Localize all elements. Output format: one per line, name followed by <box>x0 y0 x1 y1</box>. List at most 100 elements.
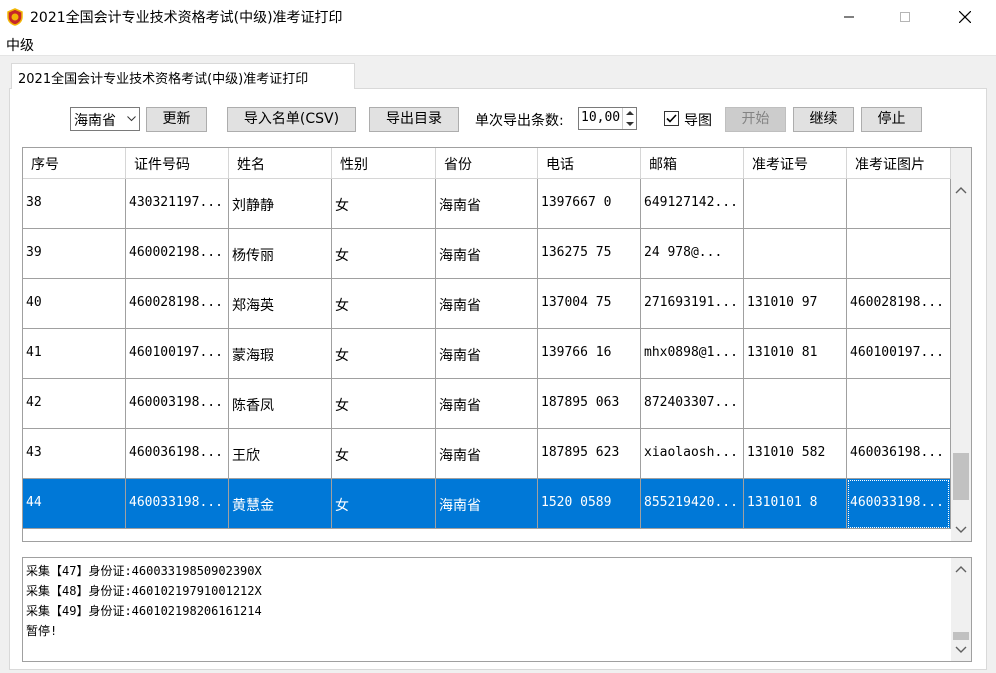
table-cell[interactable]: 女 <box>332 229 436 279</box>
column-header[interactable]: 姓名 <box>229 148 332 179</box>
table-cell[interactable]: 40 <box>23 279 126 329</box>
export-directory-button[interactable]: 导出目录 <box>369 107 459 132</box>
table-cell[interactable]: 139766 16 <box>538 329 641 379</box>
table-scroll-thumb[interactable] <box>953 453 969 500</box>
batch-count-spinner[interactable] <box>622 108 636 129</box>
table-cell[interactable]: xiaolaosh... <box>641 429 744 479</box>
table-cell[interactable]: 271693191... <box>641 279 744 329</box>
batch-count-input[interactable]: 10,00 <box>578 107 637 130</box>
column-header[interactable]: 性别 <box>332 148 436 179</box>
table-row[interactable]: 39 460002198... 杨传丽女海南省 136275 75 24 978@... <box>23 229 951 279</box>
province-select[interactable]: 海南省 <box>70 107 140 131</box>
table-cell[interactable] <box>847 179 951 229</box>
table-cell[interactable]: 460036198... <box>126 429 229 479</box>
export-image-checkbox[interactable] <box>664 111 679 126</box>
table-row[interactable]: 44 460033198... 黄慧金女海南省 1520 0589 855219420.… <box>23 479 951 529</box>
table-cell[interactable]: 43 <box>23 429 126 479</box>
table-cell[interactable]: 39 <box>23 229 126 279</box>
table-cell[interactable]: 460100197... <box>847 329 951 379</box>
scroll-up-icon[interactable] <box>955 186 967 194</box>
table-scrollbar[interactable] <box>951 148 971 541</box>
table-row[interactable]: 38 430321197... 刘静静女海南省 1397667 0 649127142.… <box>23 179 951 229</box>
column-header[interactable]: 省份 <box>436 148 538 179</box>
table-cell[interactable]: 872403307... <box>641 379 744 429</box>
export-image-label[interactable]: 导图 <box>684 110 712 130</box>
table-cell[interactable]: 131010 81 <box>744 329 847 379</box>
table-cell[interactable]: 44 <box>23 479 126 529</box>
table-row[interactable]: 40 460028198... 郑海英女海南省 137004 75 271693191.… <box>23 279 951 329</box>
table-cell[interactable] <box>744 229 847 279</box>
table-cell[interactable]: 女 <box>332 379 436 429</box>
table-cell[interactable]: 蒙海瑕 <box>229 329 332 379</box>
table-row[interactable]: 41 460100197... 蒙海瑕女海南省 139766 16 mhx0898@1.… <box>23 329 951 379</box>
table-cell[interactable]: 海南省 <box>436 329 538 379</box>
table-cell[interactable]: 海南省 <box>436 379 538 429</box>
menu-item-level[interactable]: 中级 <box>6 35 34 55</box>
table-cell[interactable]: 460002198... <box>126 229 229 279</box>
scroll-down-icon[interactable] <box>955 646 967 654</box>
scroll-down-icon[interactable] <box>955 526 967 534</box>
table-cell[interactable] <box>744 179 847 229</box>
log-output[interactable]: 采集【47】身份证:46003319850902390X 采集【48】身份证:4… <box>22 557 972 662</box>
table-cell[interactable]: mhx0898@1... <box>641 329 744 379</box>
table-cell[interactable]: 24 978@... <box>641 229 744 279</box>
table-cell[interactable]: 女 <box>332 279 436 329</box>
table-row[interactable]: 42 460003198... 陈香凤女海南省 187895 063 872403307… <box>23 379 951 429</box>
column-header[interactable]: 证件号码 <box>126 148 229 179</box>
column-header[interactable]: 序号 <box>23 148 126 179</box>
table-cell[interactable]: 460100197... <box>126 329 229 379</box>
candidate-table[interactable]: 序号 证件号码 姓名 性别 省份 电话 邮箱 准考证号 准考证图片 38 4303… <box>22 147 972 542</box>
table-cell[interactable] <box>847 379 951 429</box>
log-scroll-thumb[interactable] <box>953 632 969 640</box>
table-cell[interactable]: 海南省 <box>436 479 538 529</box>
column-header[interactable]: 准考证号 <box>744 148 847 179</box>
table-cell[interactable]: 1520 0589 <box>538 479 641 529</box>
column-header[interactable]: 电话 <box>538 148 641 179</box>
table-cell[interactable]: 131010 582 <box>744 429 847 479</box>
table-cell[interactable] <box>847 229 951 279</box>
table-cell[interactable]: 430321197... <box>126 179 229 229</box>
stop-button[interactable]: 停止 <box>861 107 922 132</box>
table-cell[interactable]: 1310101 8 <box>744 479 847 529</box>
table-cell[interactable]: 649127142... <box>641 179 744 229</box>
start-button[interactable]: 开始 <box>725 107 786 132</box>
maximize-button[interactable] <box>882 0 928 33</box>
table-cell[interactable]: 855219420... <box>641 479 744 529</box>
table-cell[interactable]: 海南省 <box>436 429 538 479</box>
table-cell[interactable]: 海南省 <box>436 179 538 229</box>
minimize-button[interactable] <box>826 0 872 33</box>
table-cell[interactable]: 陈香凤 <box>229 379 332 429</box>
table-cell[interactable]: 460028198... <box>126 279 229 329</box>
table-cell[interactable]: 41 <box>23 329 126 379</box>
tab-admission-print[interactable]: 2021全国会计专业技术资格考试(中级)准考证打印 <box>11 63 355 89</box>
table-cell[interactable]: 460033198... <box>126 479 229 529</box>
table-cell[interactable]: 女 <box>332 179 436 229</box>
table-cell[interactable]: 42 <box>23 379 126 429</box>
table-cell[interactable]: 1397667 0 <box>538 179 641 229</box>
table-cell[interactable]: 460003198... <box>126 379 229 429</box>
table-cell[interactable]: 海南省 <box>436 279 538 329</box>
table-cell[interactable]: 郑海英 <box>229 279 332 329</box>
table-cell[interactable]: 女 <box>332 479 436 529</box>
table-cell[interactable]: 黄慧金 <box>229 479 332 529</box>
refresh-button[interactable]: 更新 <box>146 107 207 132</box>
table-cell[interactable]: 460033198... <box>847 479 951 529</box>
table-cell[interactable]: 136275 75 <box>538 229 641 279</box>
log-scrollbar[interactable] <box>951 558 971 661</box>
table-cell[interactable] <box>744 379 847 429</box>
table-cell[interactable]: 137004 75 <box>538 279 641 329</box>
table-cell[interactable]: 刘静静 <box>229 179 332 229</box>
scroll-up-icon[interactable] <box>955 565 967 573</box>
continue-button[interactable]: 继续 <box>793 107 854 132</box>
column-header[interactable]: 邮箱 <box>641 148 744 179</box>
import-list-button[interactable]: 导入名单(CSV) <box>227 107 356 132</box>
table-cell[interactable]: 杨传丽 <box>229 229 332 279</box>
table-cell[interactable]: 女 <box>332 329 436 379</box>
table-cell[interactable]: 38 <box>23 179 126 229</box>
table-cell[interactable]: 460036198... <box>847 429 951 479</box>
table-cell[interactable]: 王欣 <box>229 429 332 479</box>
table-cell[interactable]: 460028198... <box>847 279 951 329</box>
table-cell[interactable]: 海南省 <box>436 229 538 279</box>
table-cell[interactable]: 187895 623 <box>538 429 641 479</box>
table-cell[interactable]: 131010 97 <box>744 279 847 329</box>
